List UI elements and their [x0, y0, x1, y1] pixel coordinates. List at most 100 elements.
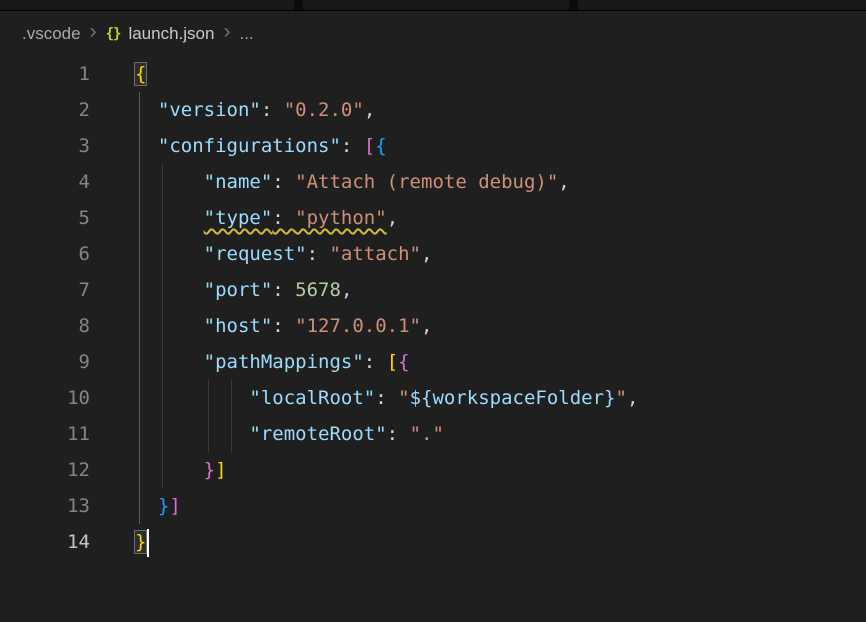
code-token	[135, 423, 249, 445]
code-token: "version"	[158, 99, 261, 121]
line-number[interactable]: 1	[0, 56, 90, 92]
code-token: "type"	[204, 207, 273, 229]
code-token: }	[135, 531, 146, 553]
code-token	[135, 279, 204, 301]
breadcrumb-folder[interactable]: .vscode	[22, 24, 81, 44]
code-token: ,	[421, 315, 432, 337]
line-number[interactable]: 13	[0, 488, 90, 524]
code-token: ,	[387, 207, 398, 229]
code-token: "	[615, 387, 626, 409]
code-text[interactable]: "request": "attach",	[90, 236, 432, 272]
breadcrumb-file[interactable]: launch.json	[128, 24, 214, 44]
tab-bar-edge	[0, 0, 866, 11]
code-token: "."	[410, 423, 444, 445]
code-token	[135, 135, 158, 157]
code-token: :	[387, 423, 410, 445]
code-token: :	[341, 135, 364, 157]
code-token: "configurations"	[158, 135, 341, 157]
code-token: ]	[215, 459, 226, 481]
code-token: :	[375, 387, 398, 409]
line-number[interactable]: 11	[0, 416, 90, 452]
code-token: :	[261, 99, 284, 121]
line-number[interactable]: 5	[0, 200, 90, 236]
line-number[interactable]: 9	[0, 344, 90, 380]
code-lines[interactable]: 1{2 "version": "0.2.0",3 "configurations…	[0, 56, 866, 560]
line-number[interactable]: 8	[0, 308, 90, 344]
code-token	[135, 315, 204, 337]
code-token: ,	[341, 279, 352, 301]
code-token	[135, 99, 158, 121]
code-token: "attach"	[329, 243, 421, 265]
code-line[interactable]: 8 "host": "127.0.0.1",	[0, 308, 866, 344]
json-file-icon: {}	[106, 26, 121, 42]
code-text[interactable]: }	[90, 524, 149, 560]
code-token: "host"	[204, 315, 273, 337]
code-token: ]	[169, 495, 180, 517]
code-token: :	[364, 351, 387, 373]
code-token: "python"	[295, 207, 387, 229]
code-editor[interactable]: 1{2 "version": "0.2.0",3 "configurations…	[0, 56, 866, 560]
text-cursor	[147, 529, 149, 557]
code-line[interactable]: 2 "version": "0.2.0",	[0, 92, 866, 128]
code-line[interactable]: 9 "pathMappings": [{	[0, 344, 866, 380]
code-token: "127.0.0.1"	[295, 315, 421, 337]
code-line[interactable]: 1{	[0, 56, 866, 92]
code-token: ,	[421, 243, 432, 265]
code-text[interactable]: "name": "Attach (remote debug)",	[90, 164, 570, 200]
code-token: "pathMappings"	[204, 351, 364, 373]
code-line[interactable]: 4 "name": "Attach (remote debug)",	[0, 164, 866, 200]
code-line[interactable]: 7 "port": 5678,	[0, 272, 866, 308]
code-line[interactable]: 3 "configurations": [{	[0, 128, 866, 164]
code-text[interactable]: "type": "python",	[90, 200, 398, 236]
code-token: "localRoot"	[249, 387, 375, 409]
code-token: :	[272, 207, 295, 229]
code-token: }	[158, 495, 169, 517]
code-token: :	[307, 243, 330, 265]
code-token: "0.2.0"	[284, 99, 364, 121]
code-line[interactable]: 10 "localRoot": "${workspaceFolder}",	[0, 380, 866, 416]
vscode-editor-window: { "breadcrumb": { "folder": ".vscode", "…	[0, 0, 866, 622]
code-token: [	[364, 135, 375, 157]
code-text[interactable]: "localRoot": "${workspaceFolder}",	[90, 380, 638, 416]
code-line[interactable]: 6 "request": "attach",	[0, 236, 866, 272]
line-number[interactable]: 10	[0, 380, 90, 416]
code-line[interactable]: 5 "type": "python",	[0, 200, 866, 236]
code-text[interactable]: {	[90, 56, 146, 92]
code-line[interactable]: 11 "remoteRoot": "."	[0, 416, 866, 452]
breadcrumb-symbol[interactable]: ...	[239, 24, 253, 44]
code-text[interactable]: "host": "127.0.0.1",	[90, 308, 432, 344]
code-token: 5678	[295, 279, 341, 301]
code-token: "name"	[204, 171, 273, 193]
line-number[interactable]: 7	[0, 272, 90, 308]
code-token: "	[398, 387, 409, 409]
code-text[interactable]: "pathMappings": [{	[90, 344, 410, 380]
code-token	[135, 459, 204, 481]
code-token: :	[272, 315, 295, 337]
code-token: "remoteRoot"	[249, 423, 386, 445]
tab-separator	[294, 0, 303, 10]
code-token	[135, 387, 249, 409]
tab-separator	[569, 0, 578, 10]
code-line[interactable]: 12 }]	[0, 452, 866, 488]
code-line[interactable]: 14}	[0, 524, 866, 560]
line-number[interactable]: 12	[0, 452, 90, 488]
code-text[interactable]: "version": "0.2.0",	[90, 92, 375, 128]
code-token	[135, 207, 204, 229]
code-text[interactable]: "remoteRoot": "."	[90, 416, 444, 452]
code-token: ,	[364, 99, 375, 121]
line-number[interactable]: 4	[0, 164, 90, 200]
line-number[interactable]: 2	[0, 92, 90, 128]
code-token	[135, 351, 204, 373]
code-token	[135, 243, 204, 265]
code-line[interactable]: 13 }]	[0, 488, 866, 524]
code-text[interactable]: "configurations": [{	[90, 128, 387, 164]
line-number[interactable]: 14	[0, 524, 90, 560]
code-token: {	[398, 351, 409, 373]
code-text[interactable]: }]	[90, 488, 181, 524]
code-text[interactable]: }]	[90, 452, 227, 488]
line-number[interactable]: 6	[0, 236, 90, 272]
code-token: "Attach (remote debug)"	[295, 171, 558, 193]
code-token: ,	[558, 171, 569, 193]
code-text[interactable]: "port": 5678,	[90, 272, 352, 308]
line-number[interactable]: 3	[0, 128, 90, 164]
